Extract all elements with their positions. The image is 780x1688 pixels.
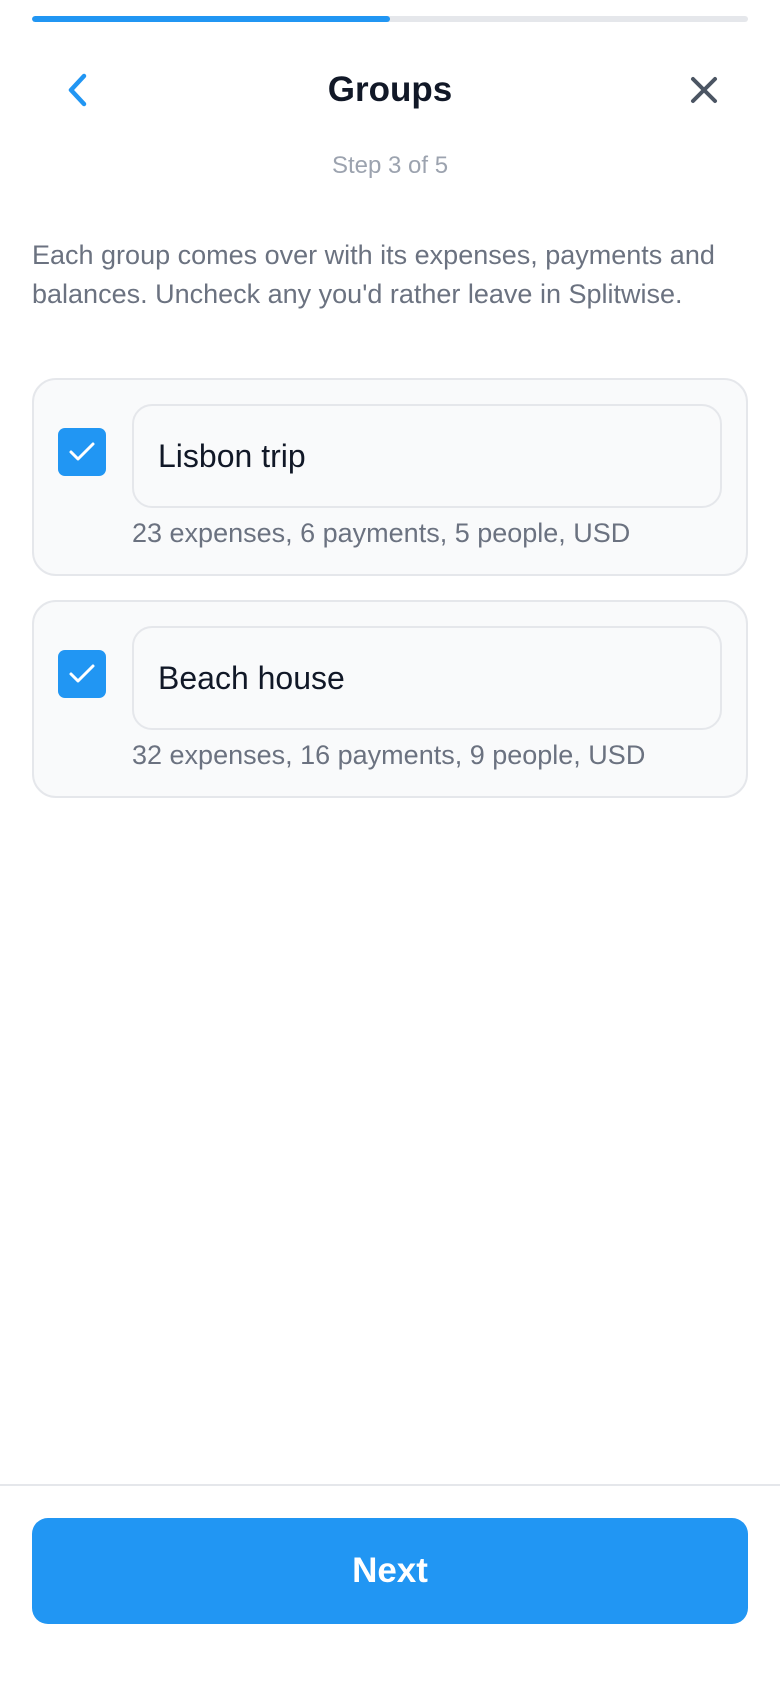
- intro-text: Each group comes over with its expenses,…: [32, 240, 715, 309]
- checkmark-icon: [69, 442, 95, 461]
- step-indicator: Step 3 of 5: [331, 152, 449, 179]
- footer-divider: [0, 1484, 780, 1486]
- close-button[interactable]: [682, 68, 726, 112]
- progress-bar-fill: [32, 16, 390, 22]
- close-icon: [691, 77, 717, 103]
- group-name-field[interactable]: Lisbon trip: [132, 404, 722, 508]
- group-checkbox[interactable]: [58, 428, 106, 476]
- next-button[interactable]: Next: [32, 1518, 748, 1624]
- group-card-lisbon-trip: Lisbon trip 23 expenses, 6 payments, 5 p…: [32, 378, 748, 576]
- group-card-beach-house: Beach house 32 expenses, 16 payments, 9 …: [32, 600, 748, 798]
- header: Groups: [0, 48, 780, 132]
- group-checkbox[interactable]: [58, 650, 106, 698]
- group-meta: 23 expenses, 6 payments, 5 people, USD: [132, 518, 631, 548]
- progress-bar: [32, 16, 748, 22]
- page-title: Groups: [327, 70, 453, 109]
- group-meta: 32 expenses, 16 payments, 9 people, USD: [132, 740, 646, 770]
- import-groups-screen: Groups Step 3 of 5 Each group comes over…: [0, 0, 780, 1688]
- group-name-field[interactable]: Beach house: [132, 626, 722, 730]
- checkmark-icon: [69, 664, 95, 683]
